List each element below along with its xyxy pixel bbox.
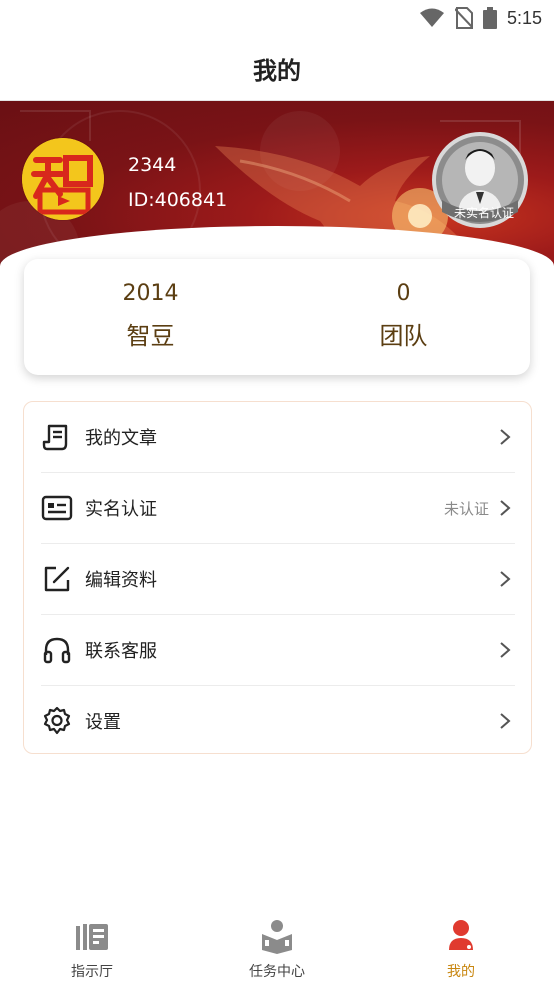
stat-label: 智豆 xyxy=(126,322,175,350)
chevron-right-icon xyxy=(500,642,511,658)
status-icons: 5:15 xyxy=(419,5,542,31)
menu-card: 我的文章 实名认证 未认证 编辑资料 联系客服 设置 xyxy=(23,401,532,754)
menu-item-settings[interactable]: 设置 xyxy=(41,686,515,756)
chevron-right-icon xyxy=(500,571,511,587)
tab-label: 指示厅 xyxy=(71,964,113,980)
menu-item-label: 设置 xyxy=(85,712,121,733)
tab-hall[interactable]: 指示厅 xyxy=(0,906,184,986)
user-name: 2344 xyxy=(128,154,177,176)
stat-coins[interactable]: 2014 智豆 xyxy=(24,281,277,351)
article-icon xyxy=(41,421,73,453)
menu-item-label: 联系客服 xyxy=(85,641,157,662)
stat-value: 0 xyxy=(396,281,411,306)
tab-task-center[interactable]: 任务中心 xyxy=(185,906,369,986)
tab-mine[interactable]: 我的 xyxy=(369,906,553,986)
menu-item-edit-profile[interactable]: 编辑资料 xyxy=(41,544,515,615)
chevron-right-icon xyxy=(500,500,511,516)
avatar[interactable] xyxy=(22,138,104,220)
app-logo-icon xyxy=(22,138,104,220)
page-header: 我的 xyxy=(0,36,554,101)
tab-label: 我的 xyxy=(447,964,475,980)
newspaper-icon xyxy=(76,924,108,950)
bottom-tab-bar: 指示厅 任务中心 我的 xyxy=(0,906,554,986)
page-title: 我的 xyxy=(253,56,301,85)
stat-value: 2014 xyxy=(122,281,179,306)
battery-icon xyxy=(482,7,497,29)
menu-item-label: 实名认证 xyxy=(85,499,157,520)
stats-card: 2014 智豆 0 团队 xyxy=(24,259,530,375)
stat-team[interactable]: 0 团队 xyxy=(277,281,530,351)
menu-item-customer-service[interactable]: 联系客服 xyxy=(41,615,515,686)
verification-status: 未认证 xyxy=(443,499,489,518)
headset-icon xyxy=(41,634,73,666)
menu-item-my-articles[interactable]: 我的文章 xyxy=(41,402,515,473)
menu-item-label: 我的文章 xyxy=(85,428,157,449)
reader-icon xyxy=(262,920,292,954)
no-sim-icon xyxy=(454,7,473,29)
id-card-icon xyxy=(41,492,73,524)
stat-label: 团队 xyxy=(379,322,428,350)
status-time: 5:15 xyxy=(506,7,542,28)
user-icon xyxy=(449,920,473,950)
menu-item-label: 编辑资料 xyxy=(85,570,157,591)
chevron-right-icon xyxy=(500,429,511,445)
tab-label: 任务中心 xyxy=(249,964,305,980)
user-id: ID:406841 xyxy=(128,189,228,211)
menu-item-real-name-verification[interactable]: 实名认证 未认证 xyxy=(41,473,515,544)
badge-label: 未实名认证 xyxy=(453,206,514,220)
gear-icon xyxy=(41,705,73,737)
status-bar: 5:15 xyxy=(0,0,554,36)
edit-icon xyxy=(41,563,73,595)
chevron-right-icon xyxy=(500,713,511,729)
wifi-icon xyxy=(419,8,444,27)
